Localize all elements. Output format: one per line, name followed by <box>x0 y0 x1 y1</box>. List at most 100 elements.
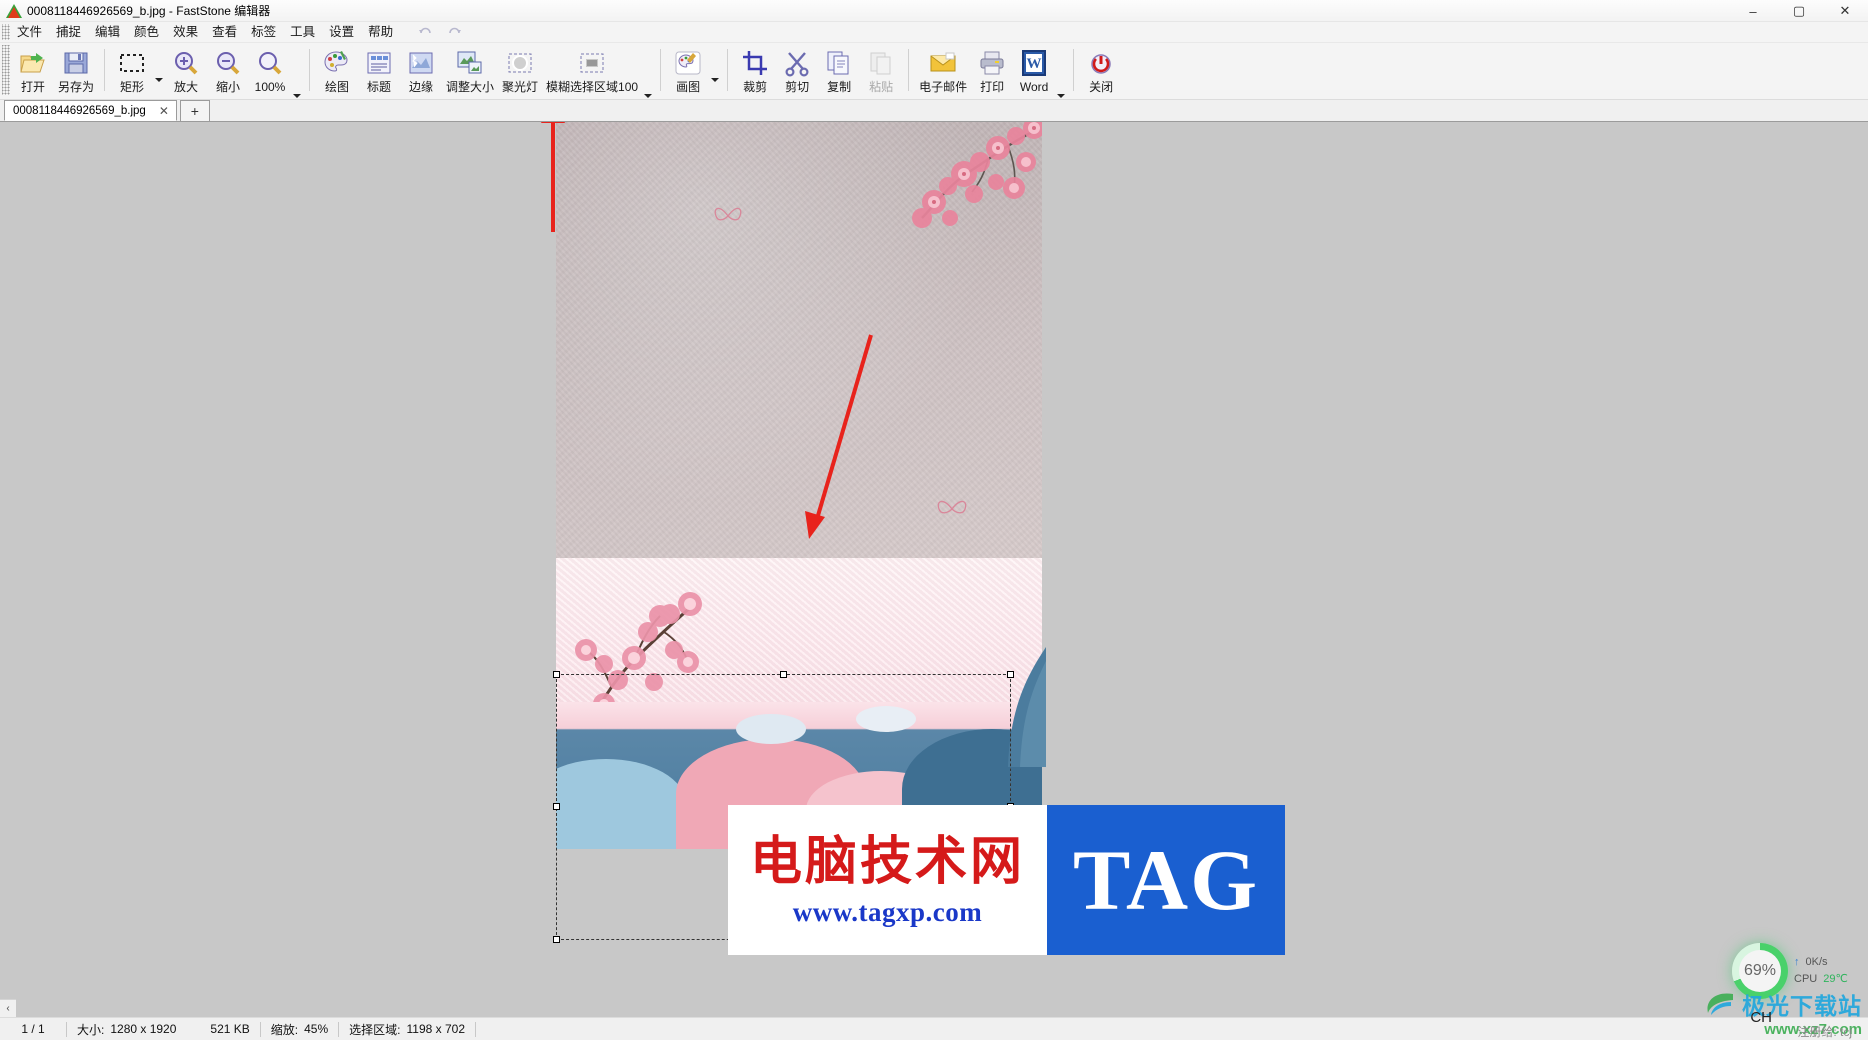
toolbar-button-blur-selection[interactable]: 模糊选择区域100 <box>542 45 642 97</box>
menu-effects[interactable]: 效果 <box>166 22 205 43</box>
status-filesize: 521 KB <box>210 1022 250 1036</box>
minimize-button[interactable]: – <box>1730 0 1776 22</box>
copy-icon <box>825 49 853 77</box>
faststone-logo-icon <box>6 3 22 19</box>
selection-handle-sw[interactable] <box>553 936 560 943</box>
status-size-value: 1280 x 1920 <box>110 1022 177 1036</box>
status-selection-label: 选择区域: <box>349 1022 401 1037</box>
toolbar-button-save-floppy[interactable]: 另存为 <box>54 45 98 97</box>
image-top-texture <box>556 122 1042 562</box>
paste-icon <box>867 49 895 77</box>
toolbar-button-rectangle-select[interactable]: 矩形 <box>111 45 153 97</box>
zoom-in-icon <box>172 49 200 77</box>
toolbar-button-email[interactable]: 电子邮件 <box>915 45 971 97</box>
close-window-button[interactable]: ✕ <box>1822 0 1868 22</box>
toolbar-button-draw-palette[interactable]: 绘图 <box>316 45 358 97</box>
chevron-down-icon[interactable] <box>291 71 303 121</box>
menu-view[interactable]: 查看 <box>205 22 244 43</box>
draw-palette-icon <box>323 49 351 77</box>
redo-icon[interactable] <box>447 25 462 40</box>
toolbar-button-label: 打印 <box>980 80 1005 94</box>
status-selection: 选择区域: 1198 x 702 <box>339 1018 475 1040</box>
menu-tags[interactable]: 标签 <box>244 22 283 43</box>
toolbar-button-label: 绘图 <box>325 80 350 94</box>
toolbar-button-power-close[interactable]: 关闭 <box>1080 45 1122 97</box>
toolbar-button-scissors[interactable]: 剪切 <box>776 45 818 97</box>
status-page-count: 1 / 1 <box>21 1022 45 1036</box>
faststone-editor-window: 0008118446926569_b.jpg - FastStone 编辑器 –… <box>0 0 1868 1040</box>
toolbar-button-zoom-out[interactable]: 缩小 <box>207 45 249 97</box>
menu-color[interactable]: 颜色 <box>127 22 166 43</box>
toolbar-button-label: 关闭 <box>1089 80 1114 94</box>
chevron-down-icon[interactable] <box>642 71 654 121</box>
watermark-tag-text: TAG <box>1073 832 1259 928</box>
toolbar-button-label: 粘贴 <box>869 80 894 94</box>
status-size: 大小: 1280 x 1920 521 KB <box>67 1018 260 1040</box>
toolbar-button-word[interactable]: W Word <box>1013 45 1055 97</box>
toolbar-button-label: 电子邮件 <box>919 80 968 94</box>
menu-bar: 文件 捕捉 编辑 颜色 效果 查看 标签 工具 设置 帮助 <box>0 22 1868 43</box>
toolbar-button-label: 打开 <box>20 80 45 94</box>
status-selection-value: 1198 x 702 <box>406 1022 466 1036</box>
toolbar-button-label: 矩形 <box>120 80 145 94</box>
zoom-out-icon <box>214 49 242 77</box>
image-canvas[interactable]: 电脑技术网 www.tagxp.com TAG ‹ <box>0 122 1868 1017</box>
paint-icon <box>674 49 702 77</box>
maximize-button[interactable]: ▢ <box>1776 0 1822 22</box>
menu-drag-gripper[interactable] <box>2 24 10 40</box>
toolbar-button-copy[interactable]: 复制 <box>818 45 860 97</box>
blur-selection-icon <box>578 49 606 77</box>
spotlight-icon <box>506 49 534 77</box>
scroll-left-arrow[interactable]: ‹ <box>0 999 16 1017</box>
toolbar-separator <box>727 49 729 91</box>
chevron-down-icon[interactable] <box>1055 71 1067 121</box>
toolbar-button-label: 标题 <box>367 80 392 94</box>
menu-capture[interactable]: 捕捉 <box>49 22 88 43</box>
toolbar-button-open-folder[interactable]: 打开 <box>12 45 54 97</box>
toolbar-button-zoom-in[interactable]: 放大 <box>165 45 207 97</box>
toolbar-button-edge-effect[interactable]: 边缘 <box>400 45 442 97</box>
menu-help[interactable]: 帮助 <box>361 22 400 43</box>
menu-settings[interactable]: 设置 <box>322 22 361 43</box>
open-folder-icon <box>19 49 47 77</box>
toolbar-button-resize[interactable]: 调整大小 <box>442 45 498 97</box>
selection-handle-w[interactable] <box>553 803 560 810</box>
toolbar-button-label: 复制 <box>827 80 852 94</box>
toolbar-button-label: 聚光灯 <box>502 80 539 94</box>
toolbar-button-label: 画图 <box>676 80 701 94</box>
toolbar-button-label: 调整大小 <box>446 80 495 94</box>
chevron-down-icon[interactable] <box>153 55 165 105</box>
power-close-icon <box>1087 49 1115 77</box>
crop-icon <box>741 49 769 77</box>
selection-handle-n[interactable] <box>779 671 787 678</box>
caption-icon <box>365 49 393 77</box>
menu-edit[interactable]: 编辑 <box>88 22 127 43</box>
print-icon <box>978 49 1006 77</box>
toolbar-separator <box>660 49 662 91</box>
selection-handle-ne[interactable] <box>1007 671 1014 678</box>
selection-handle-nw[interactable] <box>553 671 560 678</box>
status-zoom: 缩放: 45% <box>261 1018 338 1040</box>
site-watermark-banner: 电脑技术网 www.tagxp.com TAG <box>728 805 1285 955</box>
status-zoom-value: 45% <box>304 1022 329 1036</box>
toolbar-button-zoom-actual[interactable]: 100% <box>249 45 291 97</box>
chevron-down-icon[interactable] <box>709 55 721 105</box>
title-bar: 0008118446926569_b.jpg - FastStone 编辑器 –… <box>0 0 1868 22</box>
toolbar-button-label: 模糊选择区域100 <box>546 80 639 94</box>
toolbar-button-label: 另存为 <box>58 80 95 94</box>
toolbar-button-label: 剪切 <box>785 80 810 94</box>
toolbar-separator <box>908 49 910 91</box>
toolbar-button-paint[interactable]: 画图 <box>667 45 709 97</box>
toolbar-button-label: Word <box>1019 80 1049 94</box>
toolbar-button-crop[interactable]: 裁剪 <box>734 45 776 97</box>
toolbar-button-print[interactable]: 打印 <box>971 45 1013 97</box>
zoom-actual-icon <box>256 49 284 77</box>
menu-file[interactable]: 文件 <box>10 22 49 43</box>
menu-tools[interactable]: 工具 <box>283 22 322 43</box>
toolbar-button-spotlight[interactable]: 聚光灯 <box>498 45 542 97</box>
toolbar-button-caption[interactable]: 标题 <box>358 45 400 97</box>
watermark-text-block: 电脑技术网 www.tagxp.com <box>728 805 1047 955</box>
main-toolbar: 打开 另存为 矩形 放大 缩小 100% 绘图 标题 边缘 调整大小 聚光灯 模糊选择区域100 画图 裁… <box>0 43 1868 100</box>
undo-icon[interactable] <box>418 25 433 40</box>
toolbar-drag-gripper[interactable] <box>2 45 10 95</box>
